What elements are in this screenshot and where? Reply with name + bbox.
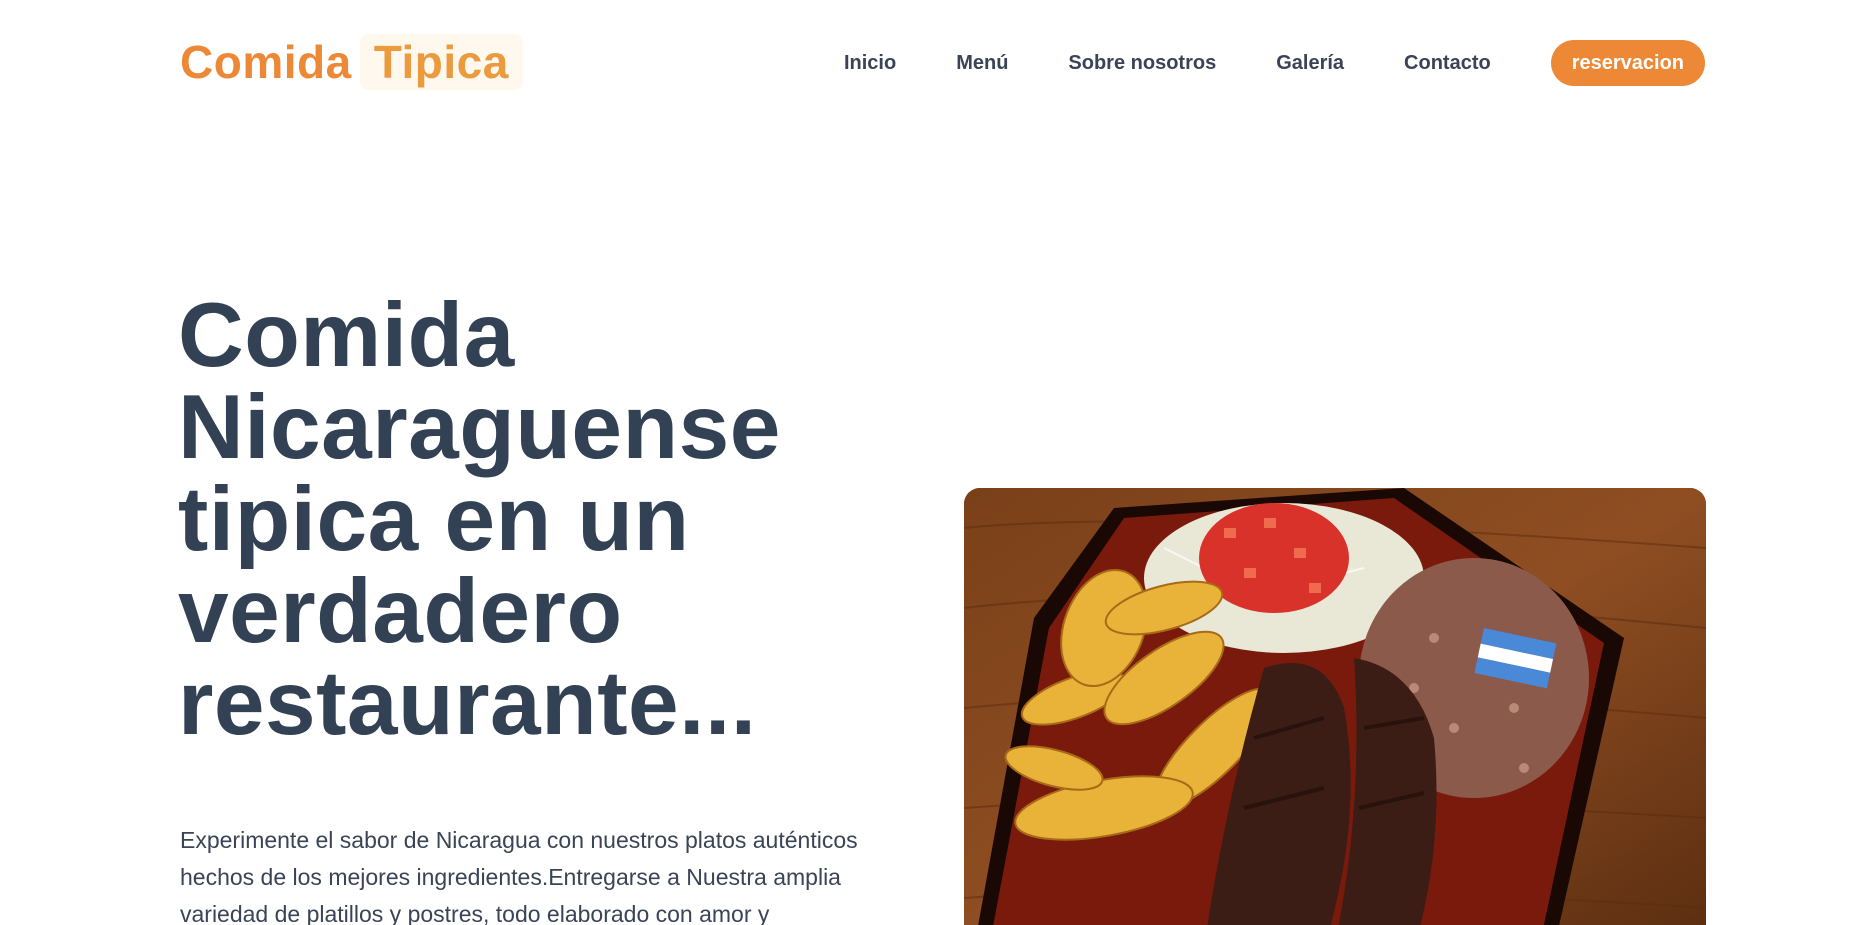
logo-text-primary: Comida [180,36,352,88]
logo-text-secondary: Tipica [359,34,523,90]
nav-link-galeria[interactable]: Galería [1276,52,1344,75]
nav-link-sobre-nosotros[interactable]: Sobre nosotros [1068,52,1216,75]
nav-link-menu[interactable]: Menú [956,52,1008,75]
hero-description: Experimente el sabor de Nicaragua con nu… [180,827,858,925]
food-plate-illustration [964,488,1706,925]
hero-title: Comida Nicaraguense tipica en un verdade… [178,285,781,754]
hero-food-image [964,488,1706,925]
nav-link-inicio[interactable]: Inicio [844,52,896,75]
main-nav: Inicio Menú Sobre nosotros Galería Conta… [844,40,1705,86]
brand-logo[interactable]: Comida Tipica [180,34,523,90]
reservation-button[interactable]: reservacion [1550,40,1705,86]
site-header: Comida Tipica Inicio Menú Sobre nosotros… [0,0,1875,125]
nav-link-contacto[interactable]: Contacto [1404,52,1491,75]
